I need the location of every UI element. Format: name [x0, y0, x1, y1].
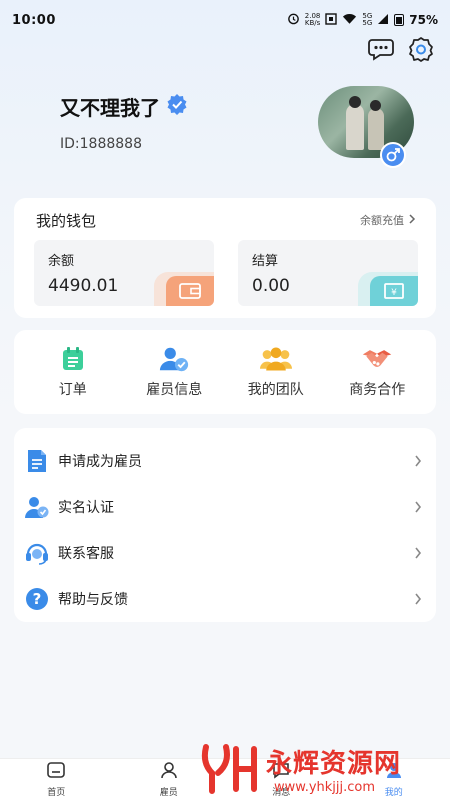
settlement-value: 0.00	[252, 276, 290, 296]
chevron-right-icon	[414, 498, 422, 517]
net-speed: 2.08 KB/s	[305, 13, 321, 27]
menu-item-my-team[interactable]: 我的团队	[228, 345, 324, 399]
menu-item-label: 订单	[58, 382, 87, 398]
net-speed-unit: KB/s	[304, 19, 321, 27]
watermark-logo	[200, 743, 260, 795]
watermark-url: www.yhkjjj.com	[274, 780, 376, 795]
settings-gear-icon[interactable]	[408, 36, 434, 62]
menu-item-label: 雇员信息	[146, 382, 203, 398]
balance-label: 余额	[48, 254, 75, 269]
avatar-wrap[interactable]	[318, 86, 414, 168]
settlement-icon: ¥	[370, 276, 418, 306]
status-time: 10:00	[12, 12, 56, 28]
svg-text:¥: ¥	[391, 288, 397, 298]
svg-text:?: ?	[33, 590, 42, 608]
balance-box[interactable]: 余额 4490.01	[34, 240, 214, 306]
list-item-label: 实名认证	[58, 500, 114, 516]
settlement-box[interactable]: 结算 0.00 ¥	[238, 240, 418, 306]
user-icon	[159, 761, 179, 783]
male-gender-icon	[380, 142, 406, 168]
order-icon	[57, 345, 89, 373]
watermark-text: 永辉资源网 www.yhkjjj.com	[266, 743, 401, 795]
help-icon: ?	[24, 586, 50, 612]
wallet-icon	[166, 276, 214, 306]
home-icon	[46, 761, 66, 783]
menu-item-business[interactable]: 商务合作	[329, 345, 425, 399]
chevron-right-icon	[414, 590, 422, 609]
username: 又不理我了	[60, 96, 160, 120]
tab-employee[interactable]: 雇员	[129, 761, 209, 798]
team-icon	[259, 345, 292, 373]
verify-user-icon	[24, 494, 50, 520]
chevron-right-icon	[408, 213, 416, 227]
feature-menu: 订单 雇员信息 我的团队 商务合作	[14, 330, 436, 414]
list-item-label: 联系客服	[58, 546, 114, 562]
signal-label-2: 5G	[362, 19, 373, 27]
balance-value: 4490.01	[48, 276, 119, 296]
settings-list: 申请成为雇员 实名认证 联系客服 ? 帮助与反馈	[14, 428, 436, 622]
wifi-icon	[342, 13, 357, 28]
headset-icon	[24, 540, 50, 566]
nfc-icon	[325, 12, 338, 28]
status-indicators: 2.08 KB/s 5G 5G 75%	[287, 12, 438, 28]
menu-item-label: 商务合作	[349, 382, 406, 398]
verified-badge-icon	[166, 93, 188, 120]
signal-labels: 5G 5G	[362, 13, 372, 27]
chevron-right-icon	[414, 544, 422, 563]
recharge-link[interactable]: 余额充值	[360, 212, 416, 228]
list-item-help-feedback[interactable]: ? 帮助与反馈	[14, 576, 436, 622]
list-item-label: 帮助与反馈	[58, 592, 128, 608]
watermark: 永辉资源网 www.yhkjjj.com	[200, 738, 440, 800]
wallet-card: 我的钱包 余额充值 余额 4490.01 结算 0.00 ¥	[14, 198, 436, 318]
battery-icon	[394, 14, 405, 26]
chat-icon[interactable]	[368, 36, 394, 62]
alarm-icon	[287, 12, 300, 28]
tab-label: 首页	[47, 788, 66, 798]
settlement-label: 结算	[252, 254, 279, 269]
battery-level: 75%	[409, 13, 438, 27]
watermark-title: 永辉资源网	[266, 749, 402, 779]
status-bar: 10:00 2.08 KB/s 5G 5G 75%	[0, 0, 450, 40]
menu-item-employee-info[interactable]: 雇员信息	[126, 345, 222, 399]
employee-info-icon	[158, 345, 190, 373]
list-item-verification[interactable]: 实名认证	[14, 484, 436, 530]
document-icon	[24, 448, 50, 474]
wallet-title: 我的钱包	[36, 212, 97, 230]
tab-home[interactable]: 首页	[16, 761, 96, 798]
list-item-apply-employee[interactable]: 申请成为雇员	[14, 438, 436, 484]
profile-name: 又不理我了	[60, 92, 188, 121]
signal-icon	[377, 13, 389, 28]
handshake-icon	[361, 345, 393, 373]
chevron-right-icon	[414, 452, 422, 471]
user-id: ID:1888888	[60, 136, 142, 152]
menu-item-label: 我的团队	[247, 382, 304, 398]
list-item-customer-service[interactable]: 联系客服	[14, 530, 436, 576]
recharge-label: 余额充值	[360, 214, 404, 227]
top-actions	[368, 36, 434, 62]
list-item-label: 申请成为雇员	[58, 454, 142, 470]
menu-item-orders[interactable]: 订单	[25, 345, 121, 399]
tab-label: 雇员	[159, 788, 178, 798]
